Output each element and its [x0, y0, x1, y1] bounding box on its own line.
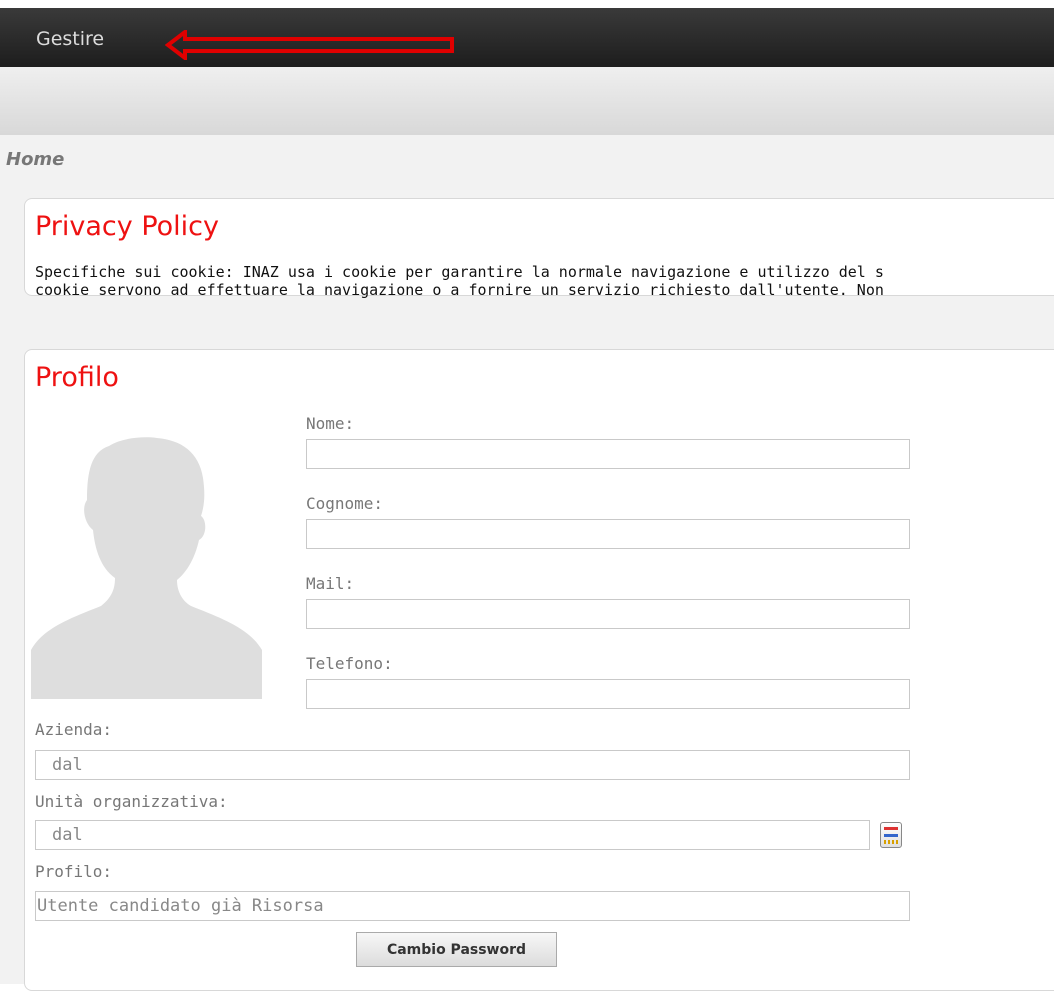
toolbar-strip [0, 67, 1054, 135]
cognome-input[interactable] [306, 519, 910, 549]
arrow-left-icon [165, 30, 454, 60]
nome-label: Nome: [306, 414, 355, 433]
privacy-policy-title: Privacy Policy [35, 211, 220, 242]
profile-panel: Profilo Nome: Cognome: Mail: Telefono: A… [24, 349, 1054, 991]
top-menu-bar: Gestire [0, 8, 1054, 67]
cognome-label: Cognome: [306, 494, 384, 513]
privacy-line-2: cookie servono ad effettuare la navigazi… [35, 281, 884, 299]
profilo-label: Profilo: [35, 862, 113, 881]
profile-title: Profilo [35, 362, 119, 393]
mail-label: Mail: [306, 574, 355, 593]
mail-input[interactable] [306, 599, 910, 629]
privacy-policy-panel: Privacy Policy Specifiche sui cookie: IN… [24, 198, 1054, 299]
menu-item-gestire[interactable]: Gestire [36, 28, 104, 50]
azienda-label: Azienda: [35, 720, 113, 739]
unita-organizzativa-label: Unità organizzativa: [35, 792, 228, 811]
privacy-line-1: Specifiche sui cookie: INAZ usa i cookie… [35, 263, 884, 281]
privacy-policy-text: Specifiche sui cookie: INAZ usa i cookie… [35, 263, 884, 299]
profilo-input[interactable] [35, 891, 910, 921]
main-content: Home Privacy Policy Specifiche sui cooki… [0, 135, 1054, 991]
telefono-label: Telefono: [306, 654, 393, 673]
nome-input[interactable] [306, 439, 910, 469]
avatar-placeholder [31, 412, 262, 699]
telefono-input[interactable] [306, 679, 910, 709]
azienda-input[interactable] [35, 750, 910, 780]
unita-organizzativa-input[interactable] [35, 820, 870, 850]
calendar-icon[interactable] [880, 822, 902, 848]
breadcrumb-home[interactable]: Home [6, 149, 64, 170]
change-password-button[interactable]: Cambio Password [356, 932, 557, 967]
